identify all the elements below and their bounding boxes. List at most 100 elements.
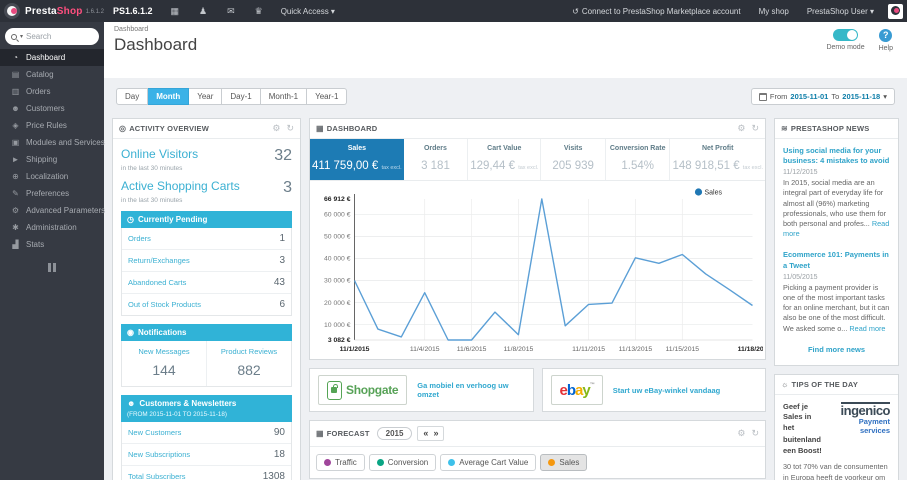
news-article-link[interactable]: Using social media for your business: 4 …: [783, 146, 890, 166]
filter-day-button[interactable]: Day: [116, 88, 149, 105]
next-year-button[interactable]: »: [433, 428, 438, 439]
sidebar-item-customers[interactable]: ☻ Customers: [0, 100, 104, 117]
localization-icon: ⊕: [12, 172, 19, 181]
svg-text:66 912 €: 66 912 €: [324, 196, 351, 203]
sidebar-item-preferences[interactable]: ✎ Preferences: [0, 185, 104, 202]
main-area: Dashboard Dashboard Demo mode ? Help Day…: [104, 22, 907, 480]
my-shop-link[interactable]: My shop: [759, 7, 789, 16]
tips-of-the-day-panel: ☼ TIPS OF THE DAY ingenico Payment servic…: [774, 373, 899, 480]
gear-icon[interactable]: ⚙: [737, 124, 745, 133]
kpi-cart-value[interactable]: Cart Value 129,44 € tax excl.: [468, 139, 542, 180]
kpi-row: Sales 411 759,00 € tax excl. Orders 3 181 …: [310, 139, 765, 181]
sidebar-collapse-icon[interactable]: [47, 263, 57, 272]
messages-icon[interactable]: ✉: [227, 6, 235, 17]
tips-text: 30 tot 70% van de consumenten in Europa …: [783, 462, 888, 480]
online-visitors-link[interactable]: Online Visitors: [121, 147, 198, 161]
kpi-net-profit[interactable]: Net Profit 148 918,51 € tax excl.: [670, 139, 765, 180]
marketplace-icon: ↺: [572, 6, 579, 16]
user-menu[interactable]: PrestaShop User ▾: [807, 7, 874, 16]
tab-average-cart-value[interactable]: Average Cart Value: [440, 453, 537, 471]
help-icon[interactable]: ?: [879, 29, 893, 42]
active-carts-value: 3: [283, 179, 292, 196]
marketplace-link[interactable]: ↺ Connect to PrestaShop Marketplace accou…: [572, 7, 740, 16]
find-more-news-link[interactable]: Find more news: [783, 345, 890, 354]
svg-text:11/11/2015: 11/11/2015: [572, 346, 605, 353]
filter-month-button[interactable]: Month: [148, 88, 190, 105]
demo-mode-toggle[interactable]: [833, 29, 859, 41]
modules-icon: ▣: [11, 138, 20, 147]
online-visitors-value: 32: [274, 147, 292, 164]
page-header: Dashboard Dashboard Demo mode ? Help: [104, 22, 907, 78]
sidebar-item-stats[interactable]: ▟ Stats: [0, 236, 104, 253]
page-title: Dashboard: [114, 35, 198, 54]
online-visitors-sub: in the last 30 minutes: [121, 165, 183, 172]
filter-bar: Day Month Year Day-1 Month-1 Year-1 From…: [112, 88, 899, 105]
search-scope-caret-icon[interactable]: ▾: [20, 33, 23, 40]
kpi-orders[interactable]: Orders 3 181: [404, 139, 469, 180]
ebay-link[interactable]: Start uw eBay-winkel vandaag: [613, 386, 721, 395]
sidebar-item-modules[interactable]: ▣ Modules and Services: [0, 134, 105, 151]
trophy-icon[interactable]: ♛: [255, 6, 263, 17]
kpi-conversion-rate[interactable]: Conversion Rate 1.54%: [606, 139, 671, 180]
svg-text:11/1/2015: 11/1/2015: [340, 346, 370, 353]
filter-year-button[interactable]: Year: [189, 88, 223, 105]
customers-table: New Customers 90 New Subscriptions 18 Tota…: [121, 422, 292, 480]
sidebar: ▾ ◔Dashboard ▤Catalog ▥Orders ☻Customers…: [0, 22, 105, 480]
ingenico-logo: ingenico Payment services: [840, 401, 891, 435]
cart-icon[interactable]: ▦: [170, 6, 179, 17]
svg-text:11/13/2015: 11/13/2015: [619, 346, 653, 353]
svg-text:50 000 €: 50 000 €: [324, 234, 351, 241]
svg-text:10 000 €: 10 000 €: [324, 322, 351, 329]
kpi-visits[interactable]: Visits 205 939: [541, 139, 606, 180]
filter-day-1-button[interactable]: Day-1: [222, 88, 261, 105]
shopgate-link[interactable]: Ga mobiel en verhoog uw omzet: [417, 381, 524, 399]
sidebar-item-shipping[interactable]: ► Shipping: [0, 151, 104, 168]
gear-icon[interactable]: ⚙: [272, 124, 280, 133]
tips-panel-title: TIPS OF THE DAY: [791, 379, 859, 389]
breadcrumb[interactable]: Dashboard: [114, 26, 897, 33]
quick-access-menu[interactable]: Quick Access ▾: [281, 7, 335, 16]
date-range-button[interactable]: From 2015-11-01 To 2015-11-18 ▾: [750, 88, 895, 105]
tab-traffic[interactable]: Traffic: [316, 453, 365, 471]
sidebar-item-localization[interactable]: ⊕ Localization: [0, 168, 104, 185]
sidebar-item-administration[interactable]: ✱ Administration: [0, 219, 104, 236]
sidebar-search[interactable]: ▾: [5, 28, 99, 45]
svg-text:40 000 €: 40 000 €: [324, 256, 351, 263]
tab-sales[interactable]: Sales: [540, 453, 588, 471]
refresh-icon[interactable]: ↻: [751, 428, 759, 438]
gear-icon[interactable]: ⚙: [737, 428, 745, 438]
filter-year-1-button[interactable]: Year-1: [307, 88, 348, 105]
kpi-sales[interactable]: Sales 411 759,00 € tax excl.: [310, 139, 404, 180]
sales-dot-icon: [548, 458, 556, 466]
sidebar-item-orders[interactable]: ▥ Orders: [0, 83, 104, 100]
previous-year-button[interactable]: «: [423, 428, 428, 439]
customers-icon[interactable]: ♟: [199, 6, 207, 17]
version-label: PS1.6.1.2: [112, 6, 153, 16]
customers-icon: ☻: [11, 104, 20, 113]
user-avatar[interactable]: [888, 3, 903, 19]
activity-panel-title: ACTIVITY OVERVIEW: [129, 124, 209, 133]
news-item: Ecommerce 101: Payments in a Tweet 11/05…: [783, 250, 890, 333]
bell-icon: ◉: [127, 328, 134, 337]
sidebar-item-price-rules[interactable]: ◈ Price Rules: [0, 117, 104, 134]
svg-text:11/4/2015: 11/4/2015: [410, 346, 440, 353]
tab-conversion[interactable]: Conversion: [368, 453, 437, 471]
activity-icon: ◎: [119, 124, 127, 133]
average-cart-value-dot-icon: [448, 458, 456, 466]
read-more-link[interactable]: Read more: [849, 324, 885, 333]
active-carts-link[interactable]: Active Shopping Carts: [121, 179, 240, 193]
top-bar: PrestaShop 1.6.1.2 PS1.6.1.2 ▦ ♟ ✉ ♛ Qui…: [0, 0, 907, 22]
news-article-link[interactable]: Ecommerce 101: Payments in a Tweet: [783, 250, 890, 270]
search-input[interactable]: [26, 32, 93, 41]
sidebar-item-catalog[interactable]: ▤ Catalog: [0, 66, 104, 83]
refresh-icon[interactable]: ↻: [286, 124, 294, 133]
sidebar-item-dashboard[interactable]: ◔ Dashboard: [0, 49, 104, 66]
news-item: Using social media for your business: 4 …: [783, 146, 890, 239]
filter-month-1-button[interactable]: Month-1: [260, 88, 308, 105]
date-from: 2015-11-01: [790, 92, 829, 101]
sidebar-item-advanced-parameters[interactable]: ⚙ Advanced Parameters: [0, 202, 105, 219]
refresh-icon[interactable]: ↻: [751, 124, 759, 133]
traffic-dot-icon: [324, 458, 331, 466]
forecast-panel: ▦ FORECAST 2015 «» ⚙ ↻ Traffic Conversion …: [309, 420, 766, 479]
svg-text:30 000 €: 30 000 €: [324, 278, 351, 285]
